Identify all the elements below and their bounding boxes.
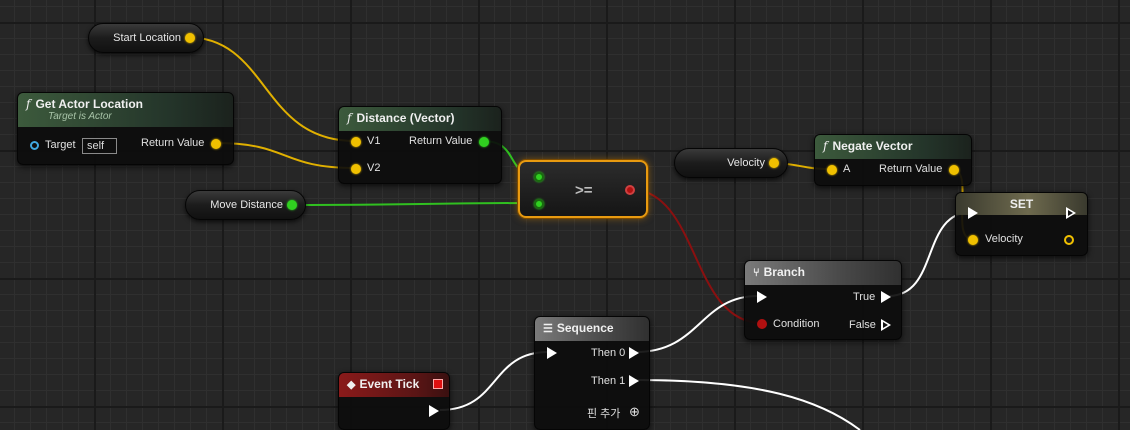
set-velocity-label: Velocity <box>985 233 1023 245</box>
get-actor-location-subtitle: Target is Actor <box>48 111 112 122</box>
v2-pin[interactable] <box>351 164 361 174</box>
negate-title: Negate Vector <box>832 139 913 153</box>
function-icon: f <box>26 97 31 111</box>
target-label: Target <box>45 139 76 151</box>
branch-title: Branch <box>763 265 805 279</box>
distance-return-pin[interactable] <box>479 137 489 147</box>
condition-pin[interactable] <box>757 319 767 329</box>
true-exec-pin[interactable] <box>881 291 891 303</box>
distance-return-label: Return Value <box>409 135 473 147</box>
move-distance-node[interactable]: Move Distance <box>185 190 306 220</box>
branch-exec-in-pin[interactable] <box>757 291 767 303</box>
event-tick-title: Event Tick <box>359 377 420 391</box>
set-velocity-out-pin[interactable] <box>1064 235 1074 245</box>
add-pin-icon[interactable]: ⊕ <box>629 404 640 420</box>
operator-label: >= <box>575 182 593 199</box>
branch-icon: ⑂ <box>753 267 760 279</box>
wire-tick-to-sequence <box>439 351 549 411</box>
distance-title: Distance (Vector) <box>356 111 455 125</box>
then0-label: Then 0 <box>591 347 626 359</box>
then1-label: Then 1 <box>591 375 626 387</box>
set-title: SET <box>1009 197 1034 211</box>
negate-return-pin[interactable] <box>949 165 959 175</box>
start-location-pin[interactable] <box>185 33 195 43</box>
compare-result-pin[interactable] <box>625 185 635 195</box>
start-location-label: Start Location <box>113 32 181 44</box>
compare-b-pin[interactable] <box>534 199 544 209</box>
event-tick-exec-out-pin[interactable] <box>429 405 439 417</box>
wire-then0-to-branch <box>635 295 759 353</box>
compare-a-pin[interactable] <box>534 172 544 182</box>
sequence-icon: ☰ <box>543 323 553 335</box>
add-pin-label[interactable]: 핀 추가 <box>587 405 620 421</box>
set-velocity-in-pin[interactable] <box>968 235 978 245</box>
target-pin[interactable] <box>30 141 39 150</box>
sequence-node[interactable]: ☰ Sequence Then 0 Then 1 핀 추가 ⊕ <box>534 316 650 430</box>
velocity-getter-node[interactable]: Velocity <box>674 148 788 178</box>
negate-a-pin[interactable] <box>827 165 837 175</box>
true-label: True <box>853 291 876 303</box>
sequence-exec-in-pin[interactable] <box>547 347 557 359</box>
actor-location-return-label: Return Value <box>141 137 205 149</box>
v2-label: V2 <box>367 162 381 174</box>
condition-label: Condition <box>773 318 820 330</box>
actor-location-return-pin[interactable] <box>211 139 221 149</box>
greater-equal-node[interactable]: >= <box>518 160 648 218</box>
then0-exec-pin[interactable] <box>629 347 639 359</box>
distance-vector-node[interactable]: f Distance (Vector) V1 Return Value V2 <box>338 106 502 184</box>
function-icon: f <box>823 139 828 153</box>
velocity-getter-label: Velocity <box>727 157 765 169</box>
v1-pin[interactable] <box>351 137 361 147</box>
event-tick-node[interactable]: ◆ Event Tick <box>338 372 450 430</box>
set-velocity-node[interactable]: SET Velocity <box>955 192 1088 256</box>
move-distance-pin[interactable] <box>287 200 297 210</box>
event-delegate-icon[interactable] <box>433 379 443 389</box>
then1-exec-pin[interactable] <box>629 375 639 387</box>
move-distance-label: Move Distance <box>210 199 283 211</box>
target-self-field[interactable]: self <box>82 138 117 154</box>
negate-return-label: Return Value <box>879 163 943 175</box>
get-actor-location-node[interactable]: f Get Actor Location Target is Actor Targ… <box>17 92 234 165</box>
negate-vector-node[interactable]: f Negate Vector A Return Value <box>814 134 972 186</box>
set-exec-out-pin[interactable] <box>1066 207 1076 219</box>
sequence-title: Sequence <box>556 321 614 335</box>
false-label: False <box>849 319 876 331</box>
velocity-getter-pin[interactable] <box>769 158 779 168</box>
function-icon: f <box>347 111 352 125</box>
get-actor-location-title: Get Actor Location <box>35 97 144 111</box>
wire-actor-location-to-v2 <box>215 142 356 169</box>
wire-then1-out <box>635 379 861 430</box>
start-location-node[interactable]: Start Location <box>88 23 204 53</box>
wire-compare-to-condition <box>628 188 763 324</box>
branch-node[interactable]: ⑂ Branch True Condition False <box>744 260 902 340</box>
negate-a-label: A <box>843 163 851 175</box>
false-exec-pin[interactable] <box>881 319 891 331</box>
set-exec-in-pin[interactable] <box>968 207 978 219</box>
wire-move-distance-to-compare <box>285 202 539 206</box>
v1-label: V1 <box>367 135 381 147</box>
event-icon: ◆ <box>347 379 356 391</box>
